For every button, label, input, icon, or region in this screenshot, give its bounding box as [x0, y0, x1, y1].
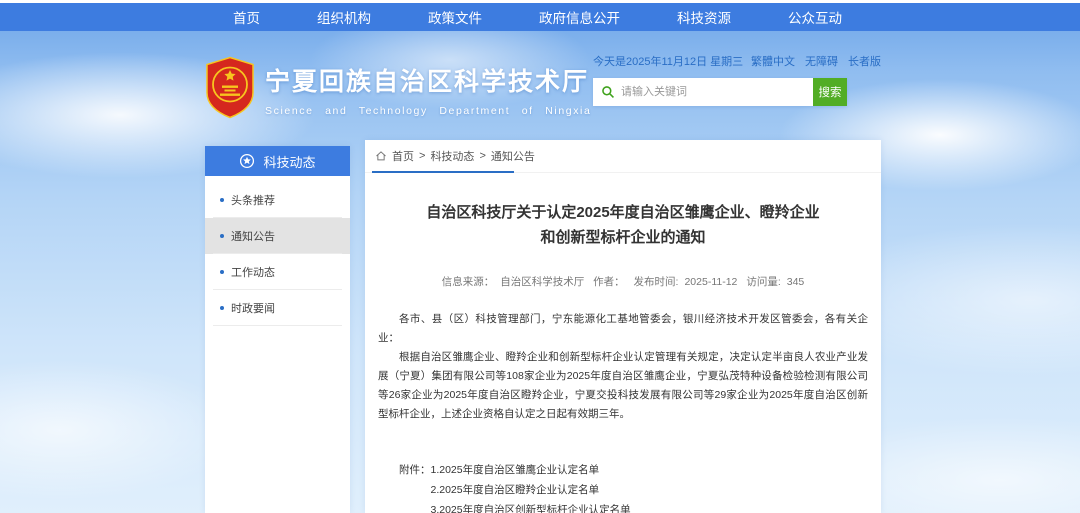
- bullet-icon: [220, 270, 224, 274]
- header-right: 今天是2025年11月12日 星期三 繁體中文 无障碍 长者版 搜索: [593, 53, 881, 106]
- breadcrumb-notices[interactable]: 通知公告: [491, 148, 535, 164]
- bullet-icon: [220, 234, 224, 238]
- nav-item-home[interactable]: 首页: [233, 7, 260, 27]
- search-button[interactable]: 搜索: [813, 78, 847, 106]
- header-quick-links: 繁體中文 无障碍 长者版: [751, 53, 881, 69]
- meta-source-label: 信息来源：: [442, 276, 495, 288]
- home-icon: [375, 150, 387, 162]
- meta-author-label: 作者：: [593, 276, 625, 288]
- top-navigation-bar: 首页 组织机构 政策文件 政府信息公开 科技资源 公众互动: [0, 0, 1080, 31]
- attachments-list: 1.2025年度自治区雏鹰企业认定名单 2.2025年度自治区瞪羚企业认定名单 …: [431, 460, 631, 513]
- sidebar-item-label: 通知公告: [231, 228, 275, 244]
- header-toprow: 今天是2025年11月12日 星期三 繁體中文 无障碍 长者版: [593, 53, 881, 69]
- breadcrumb-separator: >: [419, 150, 425, 162]
- today-date-text: 今天是2025年11月12日 星期三: [593, 53, 743, 69]
- article-title: 自治区科技厅关于认定2025年度自治区雏鹰企业、瞪羚企业 和创新型标杆企业的通知: [378, 200, 868, 250]
- link-traditional-chinese[interactable]: 繁體中文: [751, 53, 795, 69]
- top-navigation-items: 首页 组织机构 政策文件 政府信息公开 科技资源 公众互动: [0, 3, 1080, 31]
- page: 首页 组织机构 政策文件 政府信息公开 科技资源 公众互动 宁夏回族自治区科学技…: [0, 0, 1080, 513]
- meta-publish-date: 2025-11-12: [684, 276, 737, 288]
- attachments-label: 附件：: [399, 460, 431, 513]
- sidebar-title: 科技动态: [263, 152, 315, 171]
- bullet-icon: [220, 306, 224, 310]
- nav-item-sci-tech-resources[interactable]: 科技资源: [677, 7, 731, 27]
- main-content-panel: 首页 > 科技动态 > 通知公告 自治区科技厅关于认定2025年度自治区雏鹰企业…: [365, 140, 881, 513]
- breadcrumb-separator: >: [479, 150, 485, 162]
- attachments-block: 附件： 1.2025年度自治区雏鹰企业认定名单 2.2025年度自治区瞪羚企业认…: [399, 460, 868, 513]
- sci-tech-news-icon: [239, 153, 255, 169]
- article-body: 各市、县（区）科技管理部门，宁东能源化工基地管委会，银川经济技术开发区管委会，各…: [378, 310, 868, 424]
- sidebar-item-work-dynamics[interactable]: 工作动态: [205, 254, 350, 290]
- breadcrumb-sci-tech-news[interactable]: 科技动态: [430, 148, 474, 164]
- attachment-link-benchmark-list[interactable]: 3.2025年度自治区创新型标杆企业认定名单: [431, 500, 631, 513]
- sidebar-item-label: 头条推荐: [231, 192, 275, 208]
- search-icon: [601, 85, 615, 99]
- nav-item-policy-documents[interactable]: 政策文件: [428, 7, 482, 27]
- breadcrumb-underline: [372, 171, 514, 173]
- national-emblem-logo: [204, 56, 256, 119]
- search-bar: 搜索: [593, 78, 847, 106]
- article-paragraph: 各市、县（区）科技管理部门，宁东能源化工基地管委会，银川经济技术开发区管委会，各…: [378, 310, 868, 348]
- sidebar: 科技动态 头条推荐 通知公告 工作动态 时政要闻: [205, 146, 350, 513]
- sidebar-header: 科技动态: [205, 146, 350, 176]
- site-title-block: 宁夏回族自治区科学技术厅 Science and Technology Depa…: [265, 62, 591, 117]
- sidebar-item-headline-recommend[interactable]: 头条推荐: [205, 182, 350, 218]
- meta-publish-label: 发布时间:: [634, 276, 679, 288]
- attachment-link-eagle-list[interactable]: 1.2025年度自治区雏鹰企业认定名单: [431, 460, 631, 480]
- attachment-link-gazelle-list[interactable]: 2.2025年度自治区瞪羚企业认定名单: [431, 480, 631, 500]
- article-title-line2: 和创新型标杆企业的通知: [378, 225, 868, 250]
- search-box: [593, 78, 813, 106]
- article: 自治区科技厅关于认定2025年度自治区雏鹰企业、瞪羚企业 和创新型标杆企业的通知…: [365, 200, 881, 513]
- meta-source: 自治区科学技术厅: [500, 276, 584, 288]
- link-accessibility[interactable]: 无障碍: [805, 53, 838, 69]
- sidebar-item-current-politics[interactable]: 时政要闻: [205, 290, 350, 326]
- nav-item-organization[interactable]: 组织机构: [317, 7, 371, 27]
- meta-views-label: 访问量:: [746, 276, 780, 288]
- link-senior-version[interactable]: 长者版: [848, 53, 881, 69]
- site-title: 宁夏回族自治区科学技术厅: [265, 62, 591, 98]
- sidebar-item-notices[interactable]: 通知公告: [205, 218, 350, 254]
- sidebar-item-label: 工作动态: [231, 264, 275, 280]
- breadcrumb: 首页 > 科技动态 > 通知公告: [365, 140, 881, 173]
- article-meta: 信息来源： 自治区科学技术厅 作者： 发布时间: 2025-11-12 访问量: 34…: [378, 274, 868, 289]
- site-subtitle: Science and Technology Department of Nin…: [265, 105, 591, 117]
- meta-views: 345: [787, 276, 805, 288]
- sidebar-item-label: 时政要闻: [231, 300, 275, 316]
- nav-item-gov-info-disclosure[interactable]: 政府信息公开: [539, 7, 620, 27]
- article-title-line1: 自治区科技厅关于认定2025年度自治区雏鹰企业、瞪羚企业: [378, 200, 868, 225]
- nav-item-public-interaction[interactable]: 公众互动: [788, 7, 842, 27]
- search-input[interactable]: [593, 78, 813, 106]
- breadcrumb-home[interactable]: 首页: [392, 148, 414, 164]
- sidebar-menu: 头条推荐 通知公告 工作动态 时政要闻: [205, 176, 350, 326]
- bullet-icon: [220, 198, 224, 202]
- article-paragraph: 根据自治区雏鹰企业、瞪羚企业和创新型标杆企业认定管理有关规定，决定认定半亩良人农…: [378, 348, 868, 424]
